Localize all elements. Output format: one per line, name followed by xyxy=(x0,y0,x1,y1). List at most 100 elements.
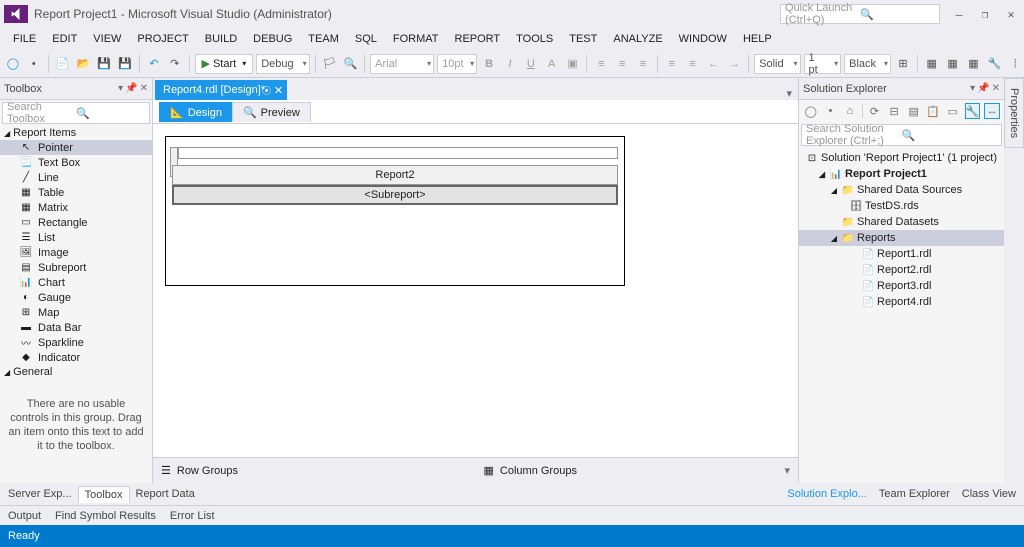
report-canvas[interactable]: Report2 <Subreport> xyxy=(165,136,625,286)
report-file-node[interactable]: 📄Report4.rdl xyxy=(799,294,1004,310)
preview-tab[interactable]: 🔍 Preview xyxy=(232,102,311,122)
underline-button[interactable]: U xyxy=(522,54,540,74)
toolbox-item-list[interactable]: ☰List xyxy=(0,230,152,245)
close-tab-icon[interactable]: ✕ xyxy=(274,84,283,97)
border-style-combo[interactable]: Solid xyxy=(754,54,800,74)
reports-folder-node[interactable]: ◢📁 Reports xyxy=(799,230,1004,246)
nav-back-icon[interactable]: ◯ xyxy=(803,103,819,119)
more-icon[interactable]: ⸽ xyxy=(1006,54,1024,74)
save-all-button[interactable]: 💾 xyxy=(116,54,134,74)
border-button[interactable]: ⊞ xyxy=(894,54,912,74)
menu-item-tools[interactable]: TOOLS xyxy=(509,31,560,47)
home-icon[interactable]: ⌂ xyxy=(842,103,858,119)
report-file-node[interactable]: 📄Report1.rdl xyxy=(799,246,1004,262)
properties-icon[interactable]: 📋 xyxy=(925,103,941,119)
wrench-icon[interactable]: 🔧 xyxy=(985,54,1003,74)
start-button[interactable]: ▶Start▾ xyxy=(195,54,254,74)
indent-button[interactable]: → xyxy=(725,54,743,74)
font-size-combo[interactable]: 10pt xyxy=(437,54,477,74)
toolbox-item-chart[interactable]: 📊Chart xyxy=(0,275,152,290)
close-button[interactable]: ✕ xyxy=(998,4,1024,24)
bottom-tab-class-view[interactable]: Class View xyxy=(956,486,1022,502)
toolbox-item-gauge[interactable]: ◐Gauge xyxy=(0,290,152,305)
border-color-combo[interactable]: Black xyxy=(844,54,891,74)
menu-item-debug[interactable]: DEBUG xyxy=(246,31,299,47)
nav-fwd-button[interactable]: • xyxy=(25,54,43,74)
design-tab[interactable]: 📐 Design xyxy=(159,102,233,122)
list-numbers-button[interactable]: ≡ xyxy=(684,54,702,74)
menu-item-analyze[interactable]: ANALYZE xyxy=(606,31,669,47)
document-tab[interactable]: Report4.rdl [Design]* ⦿ ✕ xyxy=(155,80,287,100)
bold-button[interactable]: B xyxy=(480,54,498,74)
collapse-icon[interactable]: ⊟ xyxy=(886,103,902,119)
menu-item-file[interactable]: FILE xyxy=(6,31,43,47)
output-tab-error-list[interactable]: Error List xyxy=(164,509,221,523)
quick-launch-input[interactable]: Quick Launch (Ctrl+Q) 🔍 xyxy=(780,4,940,24)
close-panel-icon[interactable]: ✕ xyxy=(140,83,148,94)
pin-icon[interactable]: 📌 xyxy=(125,83,137,94)
menu-item-window[interactable]: WINDOW xyxy=(672,31,734,47)
align-center-button[interactable]: ≡ xyxy=(613,54,631,74)
report-file-node[interactable]: 📄Report3.rdl xyxy=(799,278,1004,294)
italic-button[interactable]: I xyxy=(501,54,519,74)
toolbox-item-rectangle[interactable]: ▭Rectangle xyxy=(0,215,152,230)
project-node[interactable]: ◢📊 Report Project1 xyxy=(799,166,1004,182)
align-left-button[interactable]: ≡ xyxy=(592,54,610,74)
toolbox-item-sparkline[interactable]: 〰Sparkline xyxy=(0,335,152,350)
list-bullets-button[interactable]: ≡ xyxy=(663,54,681,74)
table-title-row[interactable]: Report2 xyxy=(172,165,618,185)
menu-item-edit[interactable]: EDIT xyxy=(45,31,84,47)
panel-dropdown-icon[interactable]: ▾ xyxy=(118,83,123,94)
pin-icon[interactable]: 📌 xyxy=(977,83,989,94)
menu-item-project[interactable]: PROJECT xyxy=(130,31,195,47)
properties-tab[interactable]: Properties xyxy=(1004,78,1024,148)
undo-button[interactable]: ↶ xyxy=(145,54,163,74)
bottom-tab-toolbox[interactable]: Toolbox xyxy=(78,486,130,503)
show-all-icon[interactable]: ▤ xyxy=(906,103,922,119)
nav-fwd-icon[interactable]: • xyxy=(823,103,839,119)
find-in-files-button[interactable]: 🏳 xyxy=(321,54,339,74)
subreport-placeholder[interactable]: <Subreport> xyxy=(172,185,618,205)
design-canvas-area[interactable]: Report2 <Subreport> xyxy=(153,124,798,457)
table-header-row[interactable] xyxy=(178,147,618,159)
layout-icon[interactable]: ▦ xyxy=(923,54,941,74)
close-panel-icon[interactable]: ✕ xyxy=(992,83,1000,94)
toolbox-item-image[interactable]: 🖼Image xyxy=(0,245,152,260)
groups-dropdown-icon[interactable]: ▾ xyxy=(776,464,798,477)
pin-icon[interactable]: ⦿ xyxy=(262,84,271,97)
menu-item-view[interactable]: VIEW xyxy=(86,31,128,47)
sync-icon[interactable]: ↔ xyxy=(984,103,1000,119)
menu-item-team[interactable]: TEAM xyxy=(301,31,346,47)
layout3-icon[interactable]: ▦ xyxy=(965,54,983,74)
output-tab-output[interactable]: Output xyxy=(2,509,47,523)
outdent-button[interactable]: ← xyxy=(705,54,723,74)
report-items-section[interactable]: Report Items xyxy=(0,126,152,140)
solution-search-input[interactable]: Search Solution Explorer (Ctrl+;) 🔍 xyxy=(801,124,1002,146)
bottom-tab-report-data[interactable]: Report Data xyxy=(130,486,201,502)
bg-color-button[interactable]: ▣ xyxy=(564,54,582,74)
redo-button[interactable]: ↷ xyxy=(166,54,184,74)
bottom-tab-solution-explo-[interactable]: Solution Explo... xyxy=(781,486,873,502)
restore-button[interactable]: ❐ xyxy=(972,4,998,24)
layout2-icon[interactable]: ▦ xyxy=(944,54,962,74)
wrench-icon[interactable]: 🔧 xyxy=(965,103,981,119)
open-file-button[interactable]: 📂 xyxy=(74,54,92,74)
toolbox-item-indicator[interactable]: ◆Indicator xyxy=(0,350,152,365)
new-project-button[interactable]: 📄 xyxy=(54,54,72,74)
bottom-tab-server-exp-[interactable]: Server Exp... xyxy=(2,486,78,502)
toolbox-item-text-box[interactable]: 📃Text Box xyxy=(0,155,152,170)
toolbox-item-subreport[interactable]: ▤Subreport xyxy=(0,260,152,275)
solution-root-node[interactable]: ⊡ Solution 'Report Project1' (1 project) xyxy=(799,150,1004,166)
menu-item-build[interactable]: BUILD xyxy=(198,31,244,47)
config-combo[interactable]: Debug xyxy=(256,54,309,74)
general-section[interactable]: General xyxy=(0,365,152,379)
menu-item-report[interactable]: REPORT xyxy=(448,31,508,47)
border-width-combo[interactable]: 1 pt xyxy=(804,54,842,74)
tab-dropdown-icon[interactable]: ▾ xyxy=(780,87,798,100)
toolbox-item-line[interactable]: ╱Line xyxy=(0,170,152,185)
find-icon[interactable]: 🔍 xyxy=(341,54,359,74)
menu-item-sql[interactable]: SQL xyxy=(348,31,384,47)
align-right-button[interactable]: ≡ xyxy=(634,54,652,74)
font-combo[interactable]: Arial xyxy=(370,54,434,74)
menu-item-help[interactable]: HELP xyxy=(736,31,779,47)
